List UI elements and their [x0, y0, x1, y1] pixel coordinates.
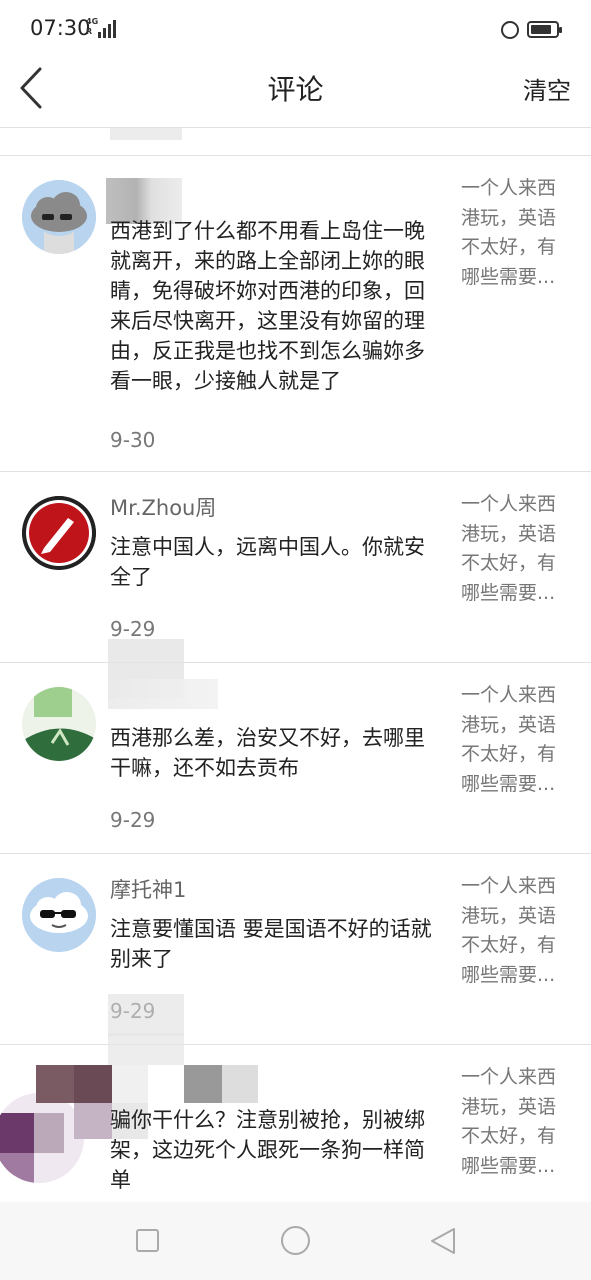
comment-text: 西港那么差，治安又不好，去哪里干嘛，还不如去贡布: [110, 726, 425, 780]
signal-icon: 4G R: [86, 17, 122, 39]
comment-text: 西港到了什么都不用看上岛住一晚就离开，来的路上全部闭上妳的眼睛，免得破坏妳对西港…: [110, 219, 425, 393]
status-time: 07:30: [30, 16, 91, 40]
avatar[interactable]: [22, 180, 96, 254]
mosaic-blur: [108, 679, 218, 709]
post-preview-line: 港玩，英语: [461, 1095, 557, 1118]
comment-item[interactable]: 西港到了什么都不用看上岛住一晚就离开，来的路上全部闭上妳的眼睛，免得破坏妳对西港…: [0, 156, 591, 472]
mosaic-blur: [108, 1033, 184, 1069]
circle-icon[interactable]: [281, 1226, 310, 1255]
post-preview-line: 哪些需要...: [461, 963, 556, 986]
post-preview-line: 哪些需要...: [461, 1154, 556, 1177]
do-not-disturb-icon: [501, 21, 519, 39]
page-title: 评论: [267, 73, 324, 106]
triangle-back-icon[interactable]: [428, 1226, 458, 1256]
post-preview-line: 一个人来西: [461, 177, 557, 199]
post-preview-line: 不太好，有: [461, 552, 557, 574]
post-preview-line: 一个人来西: [461, 1066, 557, 1088]
post-preview-line: 一个人来西: [461, 684, 557, 706]
post-preview-line: 一个人来西: [461, 875, 557, 897]
username[interactable]: Mr.Zhou周: [110, 492, 216, 522]
post-preview[interactable]: 一个人来西 港玩，英语 不太好，有 哪些需要...: [461, 490, 571, 608]
battery-icon: [527, 21, 562, 38]
list-item-partial: 9-30: [0, 128, 591, 156]
mosaic-blur: [108, 994, 184, 1036]
comment-item[interactable]: 摩托神1 注意要懂国语 要是国语不好的话就别来了 9-29 一个人来西 港玩，英…: [0, 854, 591, 1045]
post-preview-line: 哪些需要...: [461, 265, 556, 288]
clear-button[interactable]: 清空: [523, 71, 571, 106]
avatar[interactable]: [0, 1093, 84, 1183]
mosaic-blur: [110, 128, 182, 140]
mosaic-blur: [74, 1065, 112, 1103]
comment-item[interactable]: Mr.Zhou周 注意中国人，远离中国人。你就安全了 9-29 一个人来西 港玩…: [0, 472, 591, 663]
post-preview-line: 不太好，有: [461, 236, 557, 258]
mosaic-blur: [112, 1065, 148, 1103]
network-type: 4G R: [86, 17, 99, 36]
post-preview[interactable]: 一个人来西 港玩，英语 不太好，有 哪些需要...: [461, 1063, 571, 1181]
post-preview-line: 不太好，有: [461, 1125, 557, 1147]
post-preview-line: 不太好，有: [461, 743, 557, 765]
avatar[interactable]: [22, 687, 96, 761]
post-preview[interactable]: 一个人来西 港玩，英语 不太好，有 哪些需要...: [461, 872, 571, 990]
avatar[interactable]: [22, 878, 96, 952]
comment-date: 9-29: [110, 808, 156, 832]
post-preview-line: 不太好，有: [461, 934, 557, 956]
system-nav-bar: [0, 1202, 591, 1280]
post-preview[interactable]: 一个人来西 港玩，英语 不太好，有 哪些需要...: [461, 681, 571, 799]
post-preview-line: 港玩，英语: [461, 522, 557, 545]
post-preview-line: 哪些需要...: [461, 581, 556, 604]
avatar[interactable]: [22, 496, 96, 570]
comment-date: 9-30: [110, 428, 156, 452]
comment-text: 骗你干什么？注意别被抢，别被绑架，这边死个人跟死一条狗一样简单: [110, 1108, 425, 1192]
post-preview-line: 一个人来西: [461, 493, 557, 515]
mosaic-blur: [184, 1065, 222, 1103]
username[interactable]: 摩托神1: [110, 874, 186, 904]
comment-item[interactable]: 西港那么差，治安又不好，去哪里干嘛，还不如去贡布 9-29 一个人来西 港玩，英…: [0, 639, 591, 854]
comment-list[interactable]: 9-30 西港到了什么都不用看上岛住一晚就离开，来的路上全部闭上妳的眼睛，免得破…: [0, 128, 591, 1202]
comment-date: 9-29: [110, 617, 156, 641]
mosaic-blur: [148, 1065, 184, 1103]
mosaic-blur: [74, 1103, 112, 1139]
mosaic-blur: [222, 1065, 258, 1103]
square-icon[interactable]: [136, 1229, 159, 1252]
top-nav-bar: 评论 清空: [0, 58, 591, 128]
post-preview-line: 港玩，英语: [461, 206, 557, 229]
post-preview[interactable]: 一个人来西 港玩，英语 不太好，有 哪些需要...: [461, 174, 571, 292]
comment-item[interactable]: 骗你干什么？注意别被抢，别被绑架，这边死个人跟死一条狗一样简单 一个人来西 港玩…: [0, 1033, 591, 1202]
post-preview-line: 港玩，英语: [461, 713, 557, 736]
comment-text: 注意中国人，远离中国人。你就安全了: [110, 535, 425, 589]
comment-text: 注意要懂国语 要是国语不好的话就别来了: [110, 917, 432, 971]
status-bar: 07:30 4G R: [0, 0, 591, 58]
post-preview-line: 港玩，英语: [461, 904, 557, 927]
mosaic-blur: [36, 1065, 74, 1103]
post-preview-line: 哪些需要...: [461, 772, 556, 795]
